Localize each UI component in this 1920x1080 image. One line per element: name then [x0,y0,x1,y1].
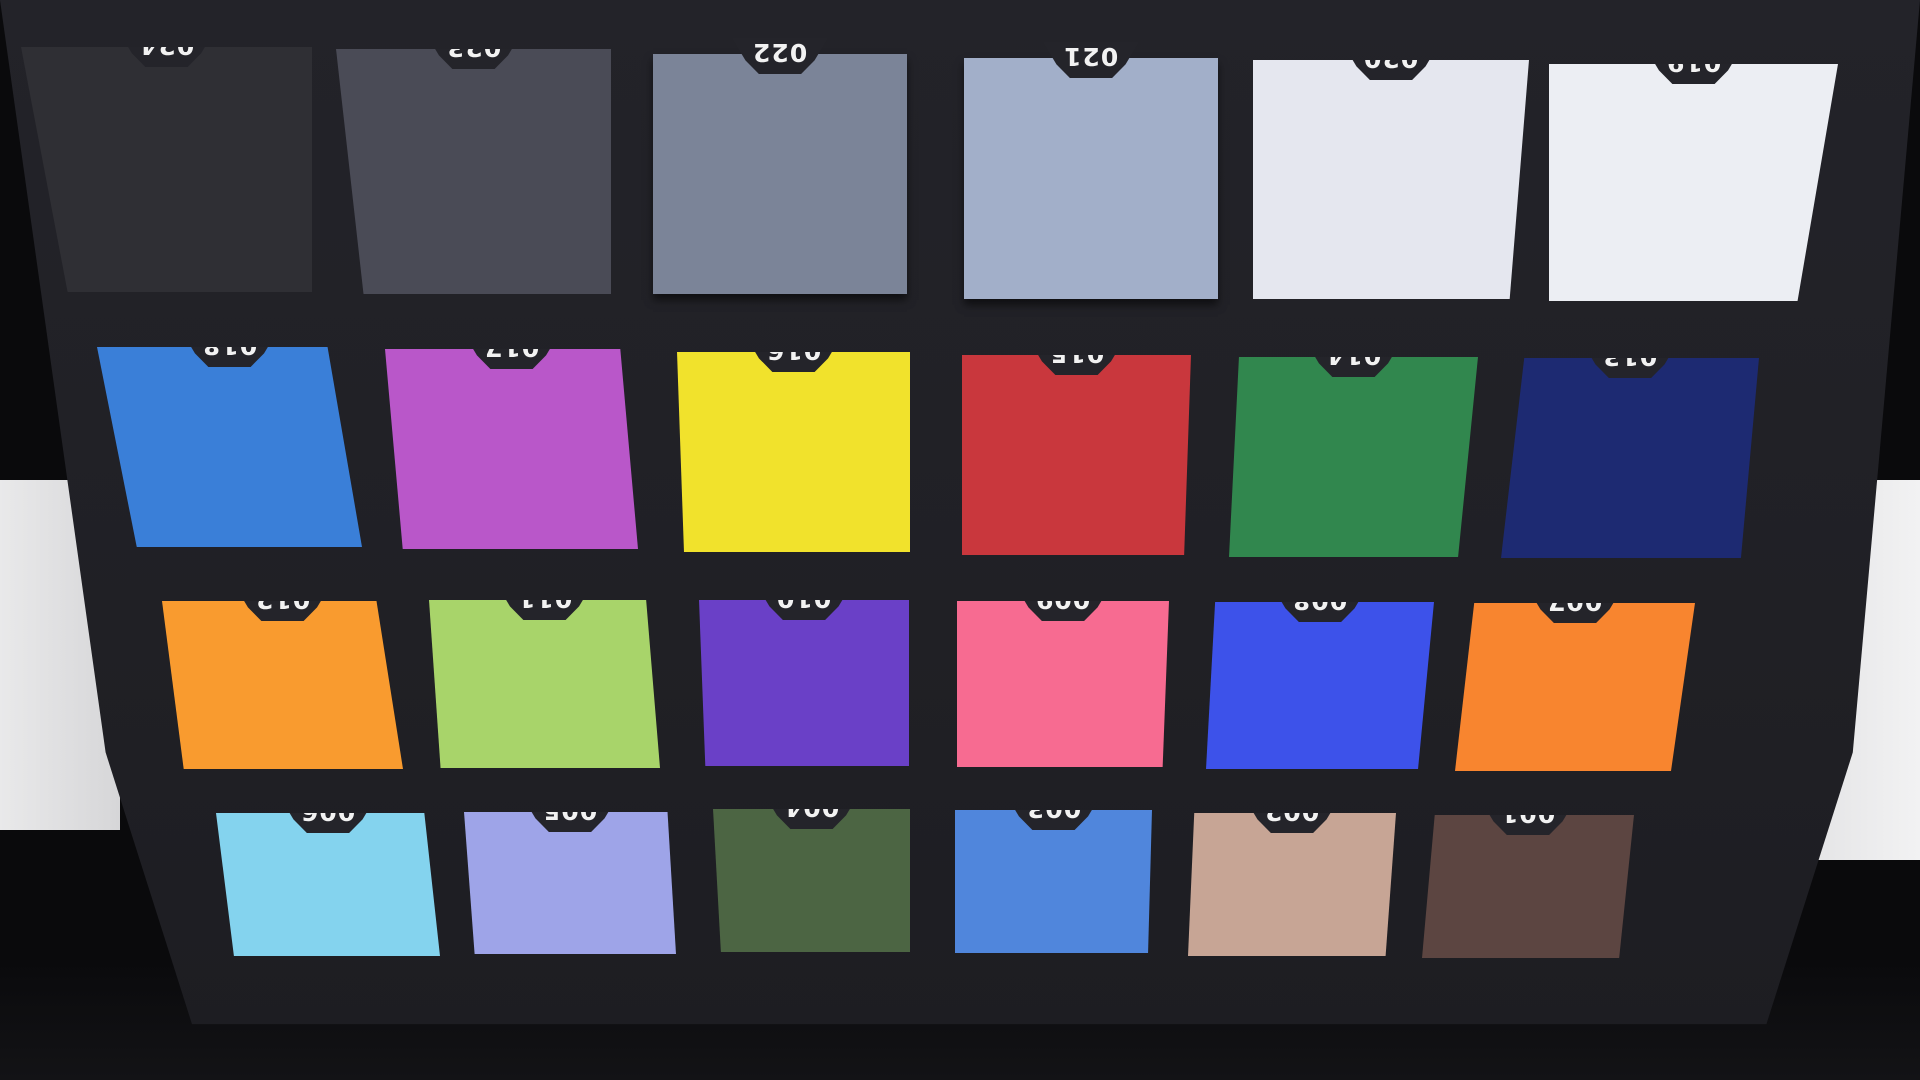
color-patch: 002 [1188,813,1396,956]
color-patch: 010 [699,600,909,766]
patch-code: 022 [752,38,808,67]
color-patch: 001 [1422,815,1634,958]
color-patch: 013 [1501,358,1759,558]
color-patch: 024 [21,47,312,292]
color-patch: 006 [216,813,440,956]
color-patch: 011 [429,600,660,768]
color-patch: 003 [955,810,1152,953]
patch-code: 021 [1063,42,1119,71]
color-patch: 023 [336,49,611,294]
patch-tab: 021 [1043,42,1139,78]
color-patch: 009 [957,601,1169,767]
color-patch: 012 [162,601,403,769]
patch-tab: 022 [732,38,828,74]
color-patch: 021 [964,42,1218,299]
color-patch: 008 [1206,602,1434,769]
color-patch: 022 [653,38,907,294]
color-patch: 005 [464,812,676,954]
color-patch: 016 [677,352,910,552]
color-patch: 019 [1549,64,1838,301]
color-patch: 020 [1253,60,1529,299]
color-patch: 015 [962,355,1191,555]
color-patch: 018 [97,347,362,547]
color-patch: 014 [1229,357,1478,557]
color-patch: 004 [713,809,910,952]
color-patch: 017 [385,349,638,549]
color-patch: 007 [1455,603,1695,771]
